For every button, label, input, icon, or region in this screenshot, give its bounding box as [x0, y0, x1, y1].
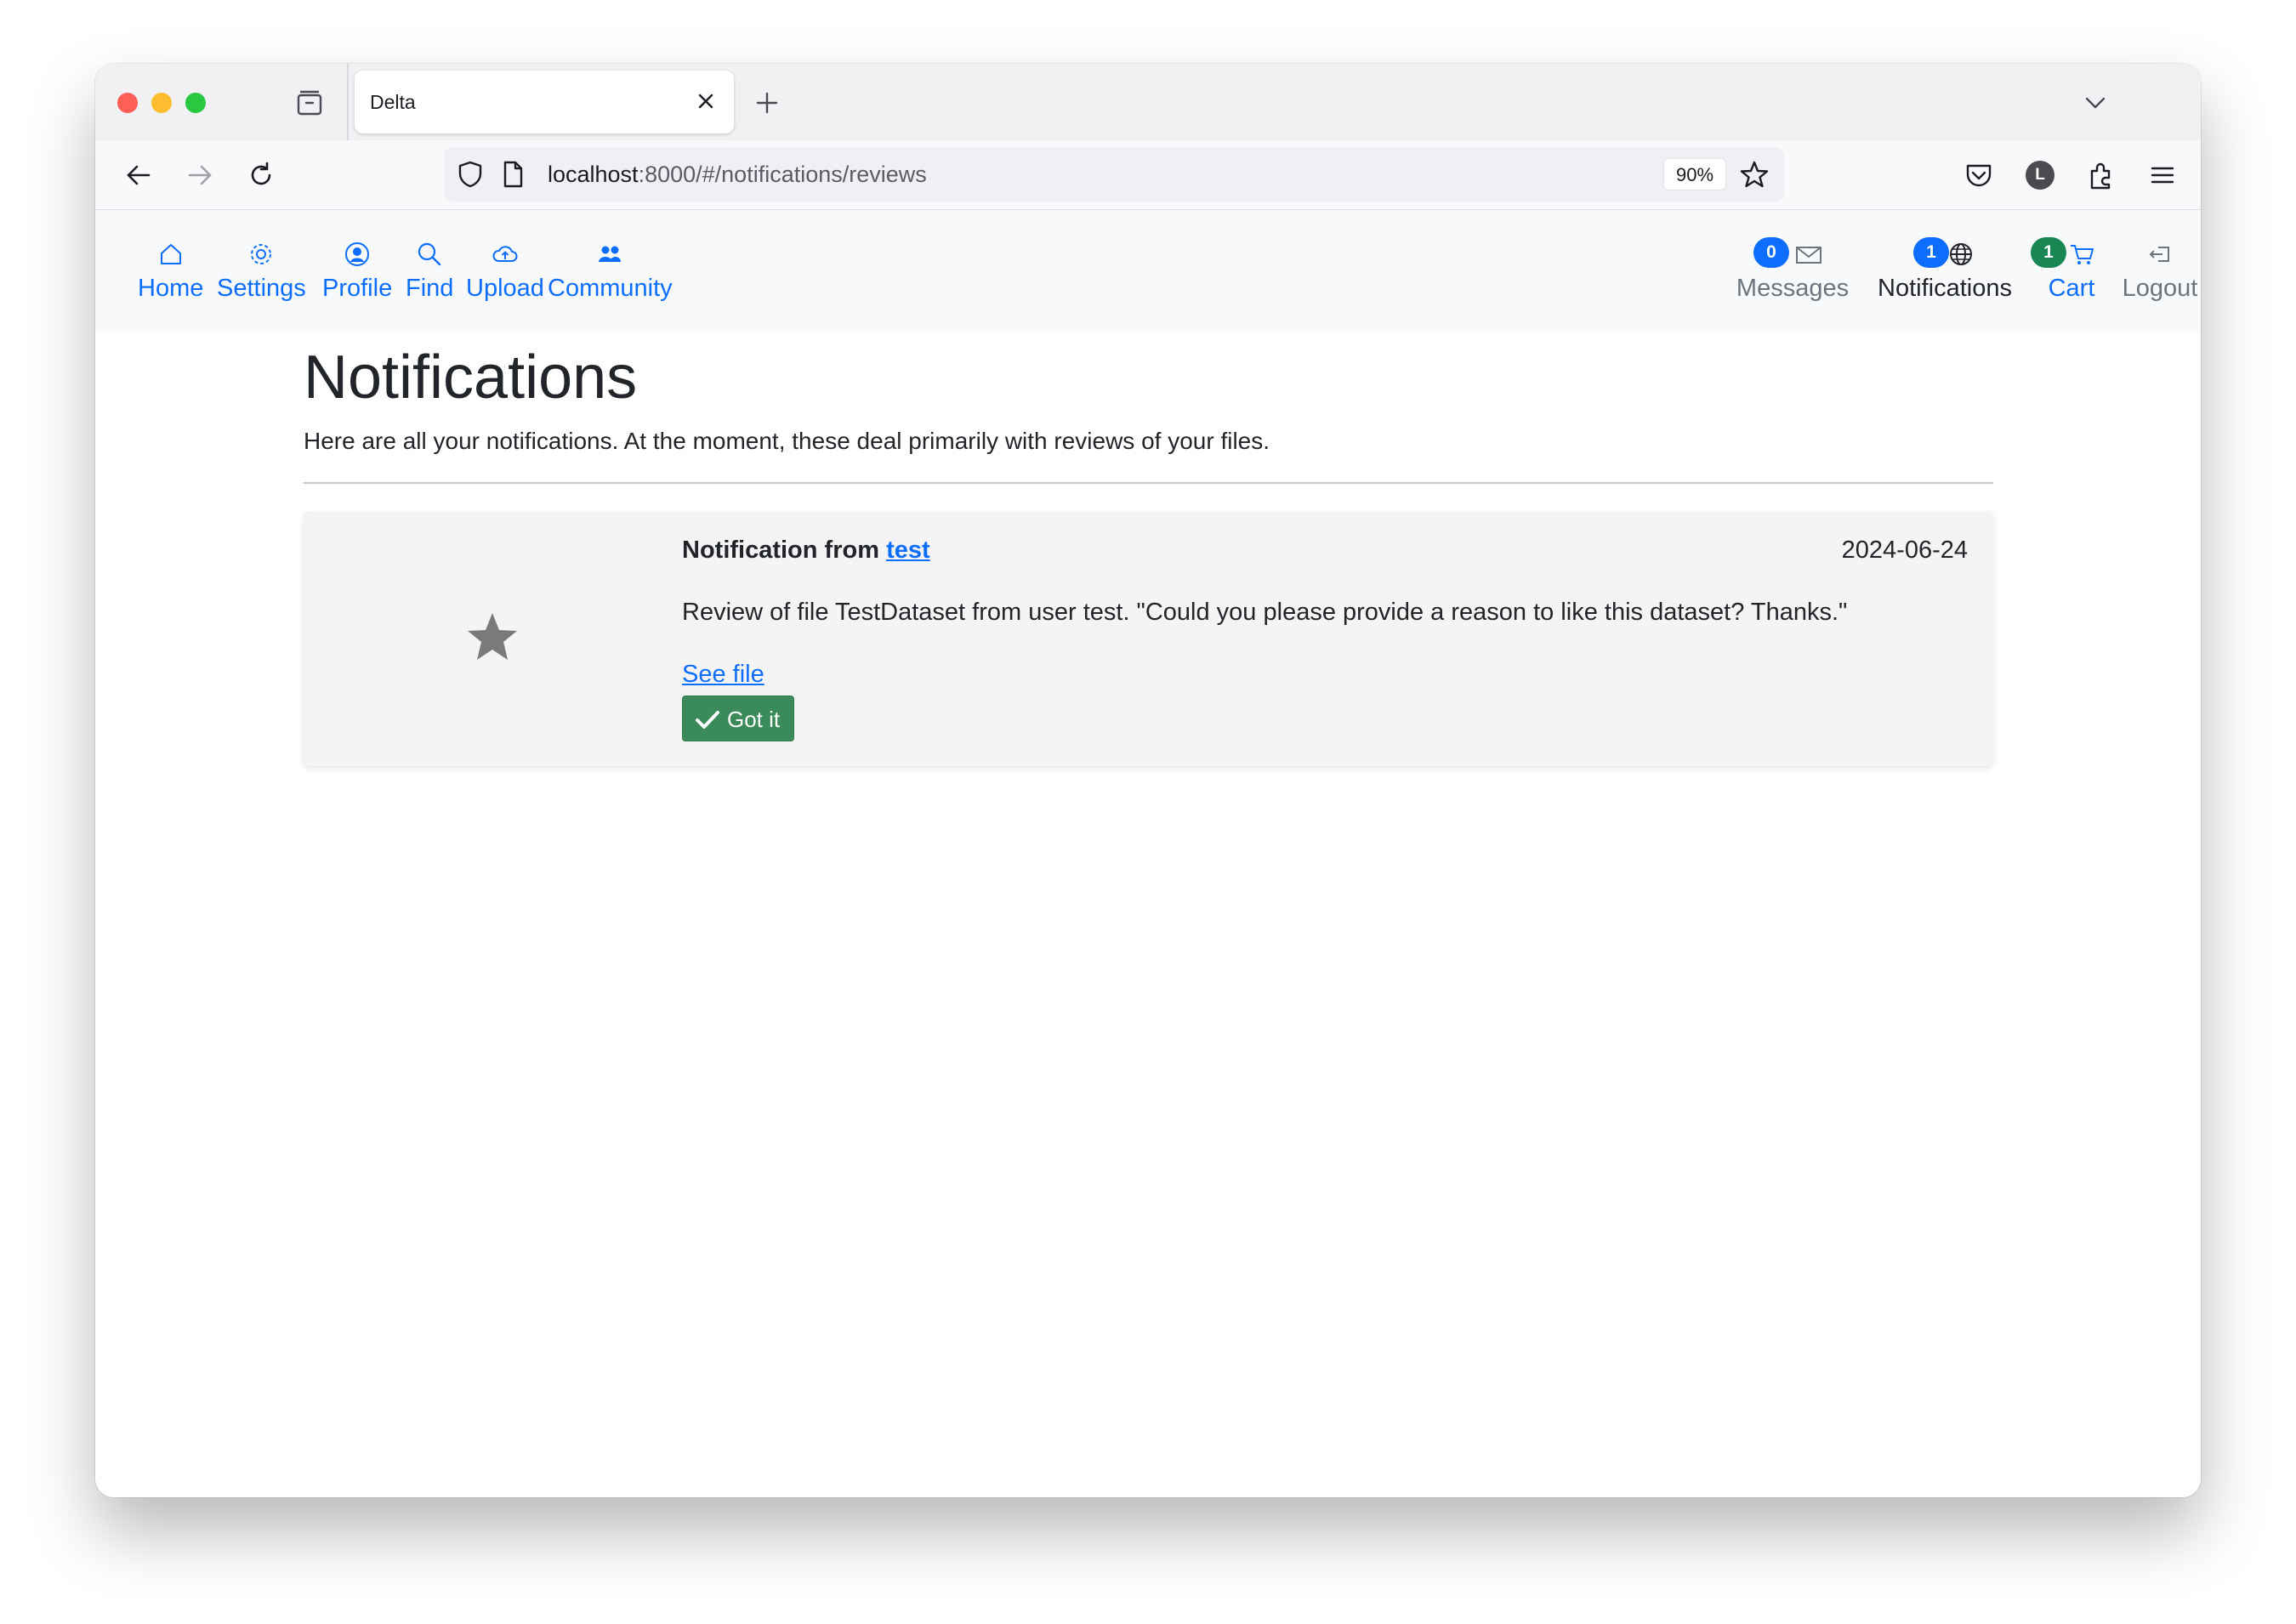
see-file-link[interactable]: See file [682, 661, 764, 689]
nav-home-label: Home [138, 275, 204, 302]
star-icon [468, 613, 517, 661]
nav-upload-label: Upload [466, 275, 544, 302]
nav-messages[interactable]: 0 Messages [1728, 237, 1857, 303]
page-icon [503, 161, 523, 188]
logout-icon [2149, 247, 2169, 262]
tab-title: Delta [370, 91, 416, 113]
pocket-icon[interactable] [1961, 157, 1997, 193]
close-tab-icon[interactable] [693, 88, 719, 114]
house-icon [160, 244, 181, 264]
notifications-badge: 1 [1913, 237, 1949, 268]
chevron-down-icon[interactable] [2078, 86, 2112, 120]
notification-heading: Notification from test [682, 537, 1968, 565]
nav-profile[interactable]: Profile [322, 241, 392, 303]
tab-bar: Delta [95, 64, 2201, 140]
bookmark-star-icon[interactable] [1738, 158, 1770, 190]
url-path: :8000/#/notifications/reviews [638, 162, 927, 187]
cart-icon [2071, 245, 2094, 264]
notification-sender-link[interactable]: test [886, 537, 930, 564]
nav-find[interactable]: Find [406, 241, 453, 303]
gear-icon [251, 244, 272, 264]
nav-messages-label: Messages [1736, 275, 1850, 302]
nav-logout[interactable]: Logout [2117, 241, 2201, 303]
globe-icon [1950, 243, 1972, 265]
url-bar[interactable]: localhost:8000/#/notifications/reviews 9… [444, 147, 1784, 202]
browser-toolbar: localhost:8000/#/notifications/reviews 9… [95, 140, 2201, 210]
zoom-indicator[interactable]: 90% [1663, 158, 1727, 190]
page-title: Notifications [304, 344, 638, 412]
nav-notifications-label: Notifications [1878, 275, 2012, 302]
nav-community[interactable]: Community [548, 241, 673, 303]
reload-icon[interactable] [243, 157, 279, 193]
page-description: Here are all your notifications. At the … [304, 428, 1270, 455]
notification-body: Notification from test 2024-06-24 Review… [682, 537, 1968, 742]
nav-upload[interactable]: Upload [466, 241, 544, 303]
site-navbar: Home Settings Profile Find Upload Commun… [95, 210, 2201, 332]
got-it-label: Got it [727, 707, 781, 733]
account-avatar[interactable]: L [2026, 161, 2054, 190]
cart-badge: 1 [2031, 237, 2066, 268]
people-icon [599, 246, 622, 262]
forward-arrow-icon[interactable] [182, 157, 218, 193]
nav-cart[interactable]: 1 Cart [2031, 237, 2112, 303]
new-tab-icon[interactable] [750, 86, 784, 120]
nav-find-label: Find [406, 275, 454, 302]
notification-date: 2024-06-24 [1841, 537, 1968, 565]
menu-icon[interactable] [2145, 157, 2180, 193]
nav-community-label: Community [548, 275, 673, 302]
minimize-window-button[interactable] [151, 93, 172, 113]
nav-home[interactable]: Home [138, 241, 203, 303]
page-content: Home Settings Profile Find Upload Commun… [95, 210, 2201, 1497]
nav-notifications[interactable]: 1 Notifications [1869, 237, 2020, 303]
nav-logout-label: Logout [2122, 275, 2198, 302]
cloud-upload-icon [492, 246, 518, 262]
close-window-button[interactable] [117, 93, 138, 113]
tab-groups-icon[interactable] [293, 86, 327, 120]
envelope-icon [1796, 247, 1821, 264]
got-it-button[interactable]: Got it [682, 696, 794, 742]
shield-icon[interactable] [454, 158, 486, 190]
tab-separator [347, 64, 349, 140]
extensions-icon[interactable] [2083, 157, 2119, 193]
url-text[interactable]: localhost:8000/#/notifications/reviews [548, 162, 927, 188]
nav-settings-label: Settings [217, 275, 306, 302]
browser-window: Delta localhost:8000/#/notifications/rev… [95, 64, 2201, 1497]
search-icon [418, 242, 441, 266]
messages-badge: 0 [1753, 237, 1789, 268]
notification-heading-prefix: Notification from [682, 537, 879, 565]
person-circle-icon [345, 242, 370, 266]
nav-cart-label: Cart [2048, 275, 2095, 302]
divider [304, 482, 1993, 485]
nav-profile-label: Profile [322, 275, 393, 302]
main-container: Notifications Here are all your notifica… [304, 332, 1993, 767]
url-host: localhost [548, 162, 639, 187]
checkmark-icon [696, 711, 719, 730]
notification-card: Notification from test 2024-06-24 Review… [304, 511, 1993, 767]
browser-tab-active[interactable]: Delta [355, 71, 734, 133]
nav-settings[interactable]: Settings [217, 241, 306, 303]
maximize-window-button[interactable] [185, 93, 206, 113]
back-arrow-icon[interactable] [121, 157, 156, 193]
notification-text: Review of file TestDataset from user tes… [682, 599, 1848, 627]
